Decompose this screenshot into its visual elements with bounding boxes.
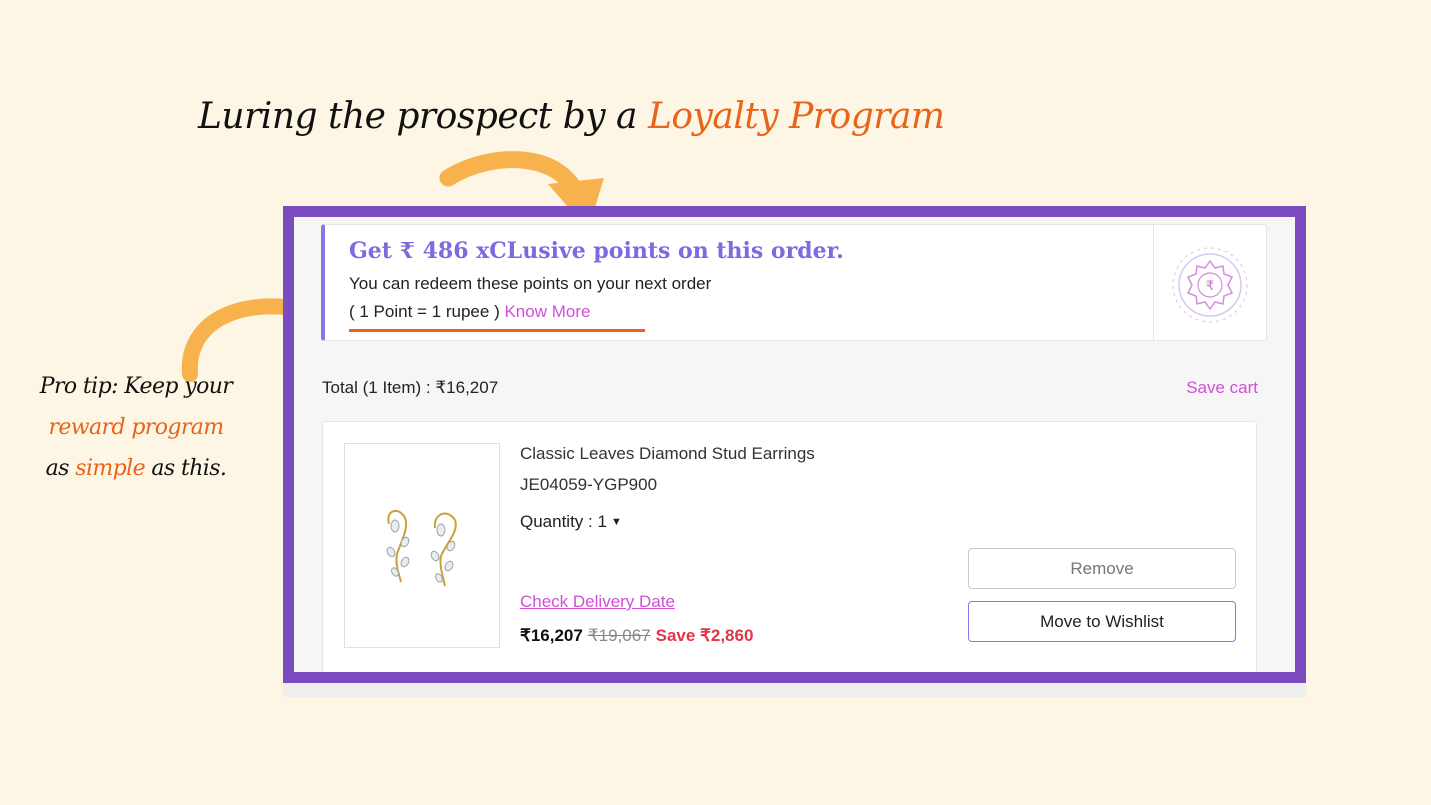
- know-more-link[interactable]: Know More: [504, 302, 590, 321]
- rupee-seal-icon: ₹: [1172, 247, 1248, 323]
- loyalty-subtitle: You can redeem these points on your next…: [349, 274, 712, 293]
- remove-button[interactable]: Remove: [968, 548, 1236, 589]
- cart-item-card: Classic Leaves Diamond Stud Earrings JE0…: [322, 421, 1257, 672]
- loyalty-title: Get ₹ 486 xCLusive points on this order.: [349, 238, 844, 264]
- quantity-select[interactable]: Quantity : 1 ▼: [520, 512, 622, 532]
- pro-tip: Pro tip: Keep your reward program as sim…: [36, 366, 236, 489]
- highlight-underline: [349, 329, 645, 332]
- protip-line2: reward program: [48, 415, 224, 440]
- svg-text:₹: ₹: [1206, 279, 1214, 294]
- product-code: JE04059-YGP900: [520, 475, 658, 494]
- protip-line3-accent: simple: [75, 456, 145, 481]
- price-mrp: ₹19,067: [587, 626, 651, 645]
- loyalty-rate: ( 1 Point = 1 rupee ) Know More: [349, 302, 590, 322]
- earrings-icon: [386, 509, 457, 587]
- cart-total: Total (1 Item) : ₹16,207: [322, 378, 499, 397]
- price-current: ₹16,207: [520, 626, 583, 645]
- move-to-wishlist-button[interactable]: Move to Wishlist: [968, 601, 1236, 642]
- headline-accent: Loyalty Program: [647, 96, 945, 137]
- caret-down-icon: ▼: [610, 516, 622, 528]
- frame-shadow: [283, 683, 1306, 697]
- protip-line3-prefix: as: [45, 456, 76, 481]
- loyalty-banner: Get ₹ 486 xCLusive points on this order.…: [321, 224, 1267, 341]
- screenshot-frame: Get ₹ 486 xCLusive points on this order.…: [283, 206, 1306, 683]
- product-name[interactable]: Classic Leaves Diamond Stud Earrings: [520, 444, 815, 464]
- protip-line3-suffix: as this.: [145, 456, 227, 481]
- check-delivery-link[interactable]: Check Delivery Date: [520, 592, 675, 612]
- price-row: ₹16,207 ₹19,067 Save ₹2,860: [520, 626, 753, 646]
- loyalty-rate-text: ( 1 Point = 1 rupee ): [349, 302, 505, 321]
- price-savings: Save ₹2,860: [655, 626, 754, 645]
- protip-line3: as simple as this.: [36, 448, 236, 489]
- quantity-label: Quantity : 1: [520, 512, 607, 531]
- product-image[interactable]: [344, 443, 500, 648]
- loyalty-badge: ₹: [1153, 225, 1266, 340]
- headline-prefix: Luring the prospect by a: [198, 96, 648, 137]
- headline: Luring the prospect by a Loyalty Program: [198, 96, 945, 137]
- save-cart-link[interactable]: Save cart: [1186, 378, 1258, 398]
- protip-line1: Pro tip: Keep your: [39, 374, 233, 399]
